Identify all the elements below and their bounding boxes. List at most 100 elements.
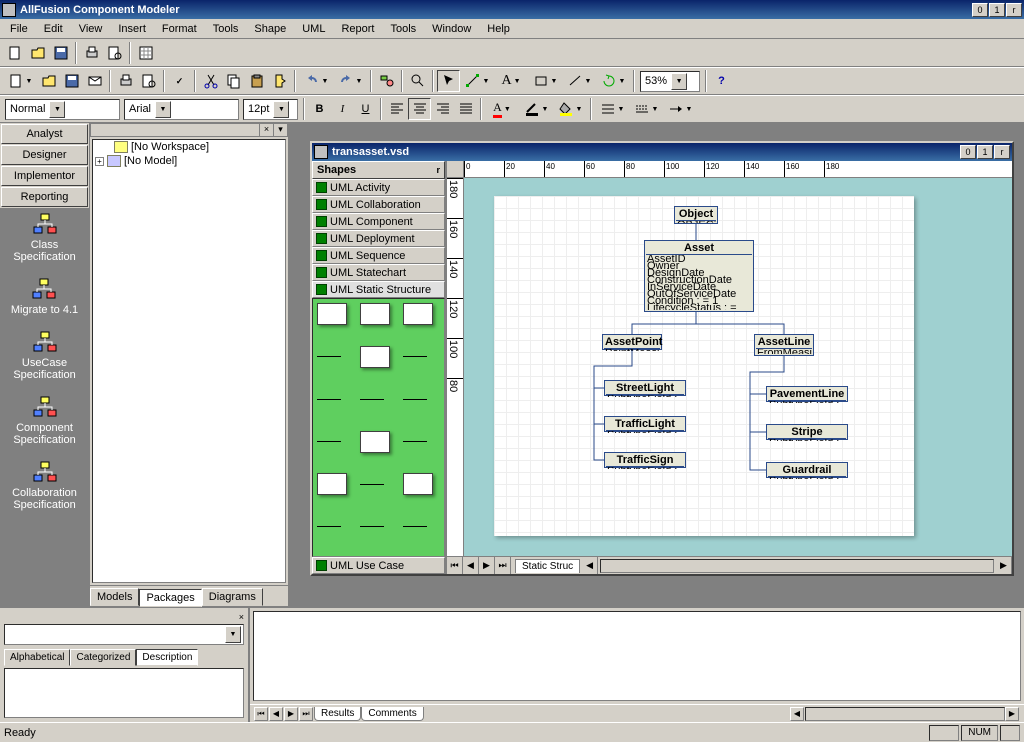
tree-close-icon[interactable]: ×	[259, 124, 273, 136]
menu-format[interactable]: Format	[154, 21, 205, 37]
class-trafficlight[interactable]: TrafficLightSubtypeField : <unspecified>	[604, 416, 686, 432]
doc-minimize-button[interactable]: 0	[960, 145, 976, 159]
format-painter-button[interactable]	[268, 70, 291, 92]
drawing-canvas[interactable]: ObjectOBJECTID AssetAssetIDOwnerDesignDa…	[464, 178, 1012, 556]
undo-button[interactable]: ▼	[299, 70, 333, 92]
shape-cat[interactable]: UML Statechart	[312, 264, 445, 281]
menu-report[interactable]: Report	[333, 21, 382, 37]
size-combo[interactable]: 12pt▼	[243, 99, 298, 120]
shape-stencil[interactable]	[312, 298, 445, 557]
props-tab-description[interactable]: Description	[136, 649, 198, 666]
shape-cat[interactable]: UML Static Structure	[312, 281, 445, 298]
props-tab-alphabetical[interactable]: Alphabetical	[4, 649, 70, 666]
doc-maximize-button[interactable]: 1	[977, 145, 993, 159]
redo-button[interactable]: ▼	[333, 70, 367, 92]
tree-tab-models[interactable]: Models	[90, 588, 139, 606]
class-pavementline[interactable]: PavementLineSubtypeField : <unspecified>	[766, 386, 848, 402]
align-right-button[interactable]	[431, 98, 454, 120]
menu-view[interactable]: View	[71, 21, 111, 37]
print-button[interactable]	[80, 42, 103, 64]
style-combo[interactable]: Normal▼	[5, 99, 120, 120]
maximize-button[interactable]: 1	[989, 3, 1005, 17]
class-guardrail[interactable]: GuardrailSubtypeField : <unspecified>	[766, 462, 848, 478]
class-assetpoint[interactable]: AssetPointPointMeasure	[602, 334, 662, 350]
spelling-button[interactable]: ✓	[168, 70, 191, 92]
rail-item[interactable]: Class Specification	[2, 212, 87, 263]
rail-tab-analyst[interactable]: Analyst	[1, 124, 88, 144]
menu-shape[interactable]: Shape	[246, 21, 294, 37]
class-stripe[interactable]: StripeSubtypeField : <unspecified> = 1	[766, 424, 848, 440]
properties-object-combo[interactable]: ▼	[4, 624, 244, 645]
tree-tab-diagrams[interactable]: Diagrams	[202, 588, 263, 606]
tab-scroll-left[interactable]: ◀	[582, 557, 598, 574]
shapes-button[interactable]	[375, 70, 398, 92]
copy-button[interactable]	[222, 70, 245, 92]
out-next[interactable]: ▶	[284, 707, 298, 721]
rail-tab-reporting[interactable]: Reporting	[1, 187, 88, 207]
align-justify-button[interactable]	[454, 98, 477, 120]
rail-item[interactable]: UseCase Specification	[2, 330, 87, 381]
stencil-shape[interactable]	[317, 388, 347, 410]
menu-help[interactable]: Help	[479, 21, 518, 37]
shapes-close-icon[interactable]: r	[436, 165, 440, 175]
preview-button[interactable]	[103, 42, 126, 64]
stencil-shape[interactable]	[360, 303, 390, 325]
grid-button[interactable]	[134, 42, 157, 64]
output-body[interactable]	[253, 611, 1021, 701]
menu-window[interactable]: Window	[424, 21, 479, 37]
properties-body[interactable]	[4, 668, 244, 718]
tree-node-workspace[interactable]: [No Workspace]	[131, 141, 209, 153]
rail-tab-designer[interactable]: Designer	[1, 145, 88, 165]
stencil-shape[interactable]	[317, 431, 347, 453]
line-tool[interactable]: ▼	[562, 70, 596, 92]
out-scroll-right[interactable]: ▶	[1005, 707, 1019, 721]
mail-button[interactable]	[83, 70, 106, 92]
hscrollbar[interactable]	[600, 559, 994, 573]
menu-uml[interactable]: UML	[294, 21, 333, 37]
stencil-shape[interactable]	[403, 346, 433, 368]
output-tab-comments[interactable]: Comments	[361, 707, 423, 721]
rail-tab-implementor[interactable]: Implementor	[1, 166, 88, 186]
page-prev-button[interactable]: ◀	[463, 557, 479, 574]
expand-icon[interactable]: +	[95, 157, 104, 166]
font-color-button[interactable]: A▼	[485, 98, 519, 120]
stencil-shape[interactable]	[403, 516, 433, 538]
stencil-shape[interactable]	[360, 516, 390, 538]
class-streetlight[interactable]: StreetLightSubtypeField : <unspecified>	[604, 380, 686, 396]
rotate-tool[interactable]: ▼	[596, 70, 630, 92]
stencil-shape[interactable]	[403, 388, 433, 410]
class-trafficsign[interactable]: TrafficSignSubtypeField : <unspecified>	[604, 452, 686, 468]
menu-edit[interactable]: Edit	[36, 21, 71, 37]
class-asset[interactable]: AssetAssetIDOwnerDesignDateConstructionD…	[644, 240, 754, 312]
cut-button[interactable]	[199, 70, 222, 92]
stencil-shape[interactable]	[403, 473, 433, 495]
shape-cat[interactable]: UML Collaboration	[312, 196, 445, 213]
align-center-button[interactable]	[408, 98, 431, 120]
bold-button[interactable]: B	[308, 98, 331, 120]
line-weight-button[interactable]: ▼	[595, 98, 629, 120]
close-button[interactable]: r	[1006, 3, 1022, 17]
stencil-shape[interactable]	[360, 388, 390, 410]
connector-tool[interactable]: ▼	[460, 70, 494, 92]
menu-tools[interactable]: Tools	[382, 21, 424, 37]
line-ends-button[interactable]: ▼	[663, 98, 697, 120]
align-left-button[interactable]	[385, 98, 408, 120]
stencil-shape[interactable]	[317, 516, 347, 538]
stencil-shape[interactable]	[317, 473, 347, 495]
shape-cat[interactable]: UML Activity	[312, 179, 445, 196]
paste-button[interactable]	[245, 70, 268, 92]
doc-close-button[interactable]: r	[994, 145, 1010, 159]
line-pattern-button[interactable]: ▼	[629, 98, 663, 120]
open-file-button[interactable]	[37, 70, 60, 92]
out-prev[interactable]: ◀	[269, 707, 283, 721]
stencil-shape[interactable]	[403, 431, 433, 453]
help-button[interactable]: ?	[710, 70, 733, 92]
stencil-shape[interactable]	[360, 431, 390, 453]
menu-insert[interactable]: Insert	[110, 21, 154, 37]
shape-cat-usecase[interactable]: UML Use Case	[312, 557, 445, 574]
shape-cat[interactable]: UML Deployment	[312, 230, 445, 247]
save-file-button[interactable]	[60, 70, 83, 92]
page-last-button[interactable]: ⏭	[495, 557, 511, 574]
menu-tools[interactable]: Tools	[205, 21, 247, 37]
out-scroll-left[interactable]: ◀	[790, 707, 804, 721]
